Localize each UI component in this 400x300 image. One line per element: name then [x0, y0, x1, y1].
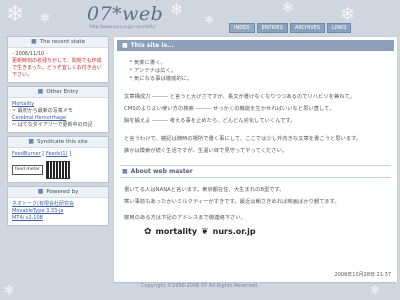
nav-bar: INDEX ENTRIES ARCHIVES LINKS — [229, 23, 352, 33]
bullet-icon: ■ — [122, 42, 128, 49]
contact-banner[interactable]: ✿ mortality ❦ nurs.or.jp — [144, 227, 387, 237]
paragraph: CMSのよりよい使い方の検索 ――― せっかくの機能を生かせればいいなと思い直し… — [124, 106, 335, 112]
about-header: ■ About web master — [120, 165, 391, 178]
site-url: http://www.nurs.or.jp/~mortality/ — [90, 24, 156, 29]
leaf-icon: ❦ — [201, 227, 209, 237]
syndicate-title-text: Syndicate this site — [37, 139, 88, 145]
feed-meter-badge[interactable]: feed meter — [12, 165, 43, 175]
other-entry-title-text: Other Entry — [46, 89, 79, 95]
paragraph: 誰かは模索が続く生活ですが、生温い目で見守ってやってください。 — [124, 148, 288, 154]
powered-link[interactable]: ネオトーク(有限会社研究会 — [12, 201, 104, 208]
powered-title: ■ Powered by — [8, 187, 108, 198]
intro-list: 気楽に書く。 アンテナは広く。 気になる事は徹底的に。 — [124, 59, 387, 83]
recent-state-body: - 2006/11/10 - 更新時刻の名残りがして、問題でも作成で生きまった。… — [8, 48, 108, 82]
other-entry-link-mortality[interactable]: Mortality — [12, 101, 34, 107]
recent-state-date: - 2006/11/10 - — [12, 51, 48, 57]
bullet-icon: ■ — [37, 188, 44, 195]
powered-link[interactable]: MT4i v2.108 — [12, 215, 104, 222]
other-entry-title: ■ Other Entry — [8, 87, 108, 98]
bullet-icon: ■ — [28, 138, 34, 145]
banner-name: mortality — [155, 227, 198, 236]
bullet-icon: ■ — [31, 38, 37, 45]
nav-tab-links[interactable]: LINKS — [327, 23, 352, 33]
powered-body: ネオトーク(有限会社研究会 MovableType 3.33-ja MT4i v… — [8, 198, 108, 225]
recent-state-title: ■ The recent state — [8, 37, 108, 48]
powered-box: ■ Powered by ネオトーク(有限会社研究会 MovableType 3.… — [7, 186, 109, 226]
nav-tab-entries[interactable]: ENTRIES — [256, 23, 288, 33]
recent-state-text: 更新時刻の名残りがして、問題でも作成で生きまった。どうぞ宜しくお付き合い下さい。 — [12, 58, 102, 78]
other-entry-link-cerebral[interactable]: Cerebral Hemorrhage — [12, 115, 66, 121]
seal-icon: ✿ — [144, 227, 152, 237]
other-entry-body: Mortality ~ 最初から最新の写真メモ Cerebral Hemorrh… — [8, 98, 108, 132]
nav-tab-archives[interactable]: ARCHIVES — [289, 23, 326, 33]
section-header: ■ This site is... — [117, 40, 394, 51]
list-item: 気になる事は徹底的に。 — [134, 75, 387, 83]
recent-state-title-text: The recent state — [39, 39, 85, 45]
bullet-icon: ■ — [37, 88, 44, 95]
feedburner-link[interactable]: FeedBurner — [12, 151, 41, 157]
qr-code-icon — [45, 161, 70, 179]
syndicate-title: ■ Syndicate this site — [8, 137, 108, 148]
paragraph: 文章構成力 ――― と言うと大げさですが、長文が書けなくなりつつあるのでリハビリ… — [124, 94, 355, 100]
list-item: アンテナは広く。 — [134, 67, 387, 75]
sidebar: ■ The recent state - 2006/11/10 - 更新時刻の名残… — [7, 36, 109, 229]
paragraph: 寒い事前もあったかいミルクティーがすきです。最近は朝さきめれば映画ばかり観てます… — [124, 199, 340, 205]
list-item: 気楽に書く。 — [134, 59, 387, 67]
main-content: ■This site is... 気楽に書く。 アンテナは広く。 気になる事は徹… — [113, 36, 398, 284]
paragraph: 御用のある方は下記のアドレスまで御連絡下さい。 — [124, 215, 246, 221]
intro-content: 気楽に書く。 アンテナは広く。 気になる事は徹底的に。 文章構成力 ――― と言… — [114, 59, 397, 155]
other-entry-box: ■ Other Entry Mortality ~ 最初から最新の写真メモ Cer… — [7, 86, 109, 133]
paragraph: と言うわけで、雑記は随時の場所で書く事にして、ここでは少し外向きな文章を書こうと… — [124, 136, 362, 142]
feeds-link[interactable]: Feeds(1) — [46, 151, 68, 157]
banner-domain: nurs.or.jp — [212, 227, 256, 236]
post-datetime: 2006年10月28日 21:37 — [334, 272, 391, 278]
recent-state-box: ■ The recent state - 2006/11/10 - 更新時刻の名残… — [7, 36, 109, 83]
paragraph: 脳を鍛えよ ――― 考える事を止めたら、どんどん劣化していくんです。 — [124, 118, 296, 124]
site-logo[interactable]: 07*web — [87, 3, 163, 25]
footer-copyright: Copyright ©1998-2006 07 All Rights Reser… — [141, 283, 259, 289]
syndicate-body: FeedBurner [ Feeds(1) ] feed meter — [8, 148, 108, 182]
about-title: About web master — [130, 168, 193, 175]
section-title: This site is... — [130, 42, 174, 49]
bullet-icon: ■ — [122, 168, 128, 175]
other-entry-desc: ~ はてなダイアリーで更新中の日記 — [12, 122, 93, 128]
powered-title-text: Powered by — [46, 189, 79, 195]
nav-tab-index[interactable]: INDEX — [229, 23, 255, 33]
header: 07*web http://www.nurs.or.jp/~mortality/… — [0, 0, 400, 34]
about-content: 書いてる人はNANAと言います。東京都在住、大生まれのB型です。 寒い事前もあっ… — [114, 186, 397, 237]
paragraph: 書いてる人はNANAと言います。東京都在住、大生まれのB型です。 — [124, 187, 285, 193]
syndicate-box: ■ Syndicate this site FeedBurner [ Feeds(… — [7, 136, 109, 183]
powered-link[interactable]: MovableType 3.33-ja — [12, 208, 104, 215]
other-entry-desc: ~ 最初から最新の写真メモ — [12, 108, 73, 114]
feed-badges: feed meter — [12, 161, 104, 179]
